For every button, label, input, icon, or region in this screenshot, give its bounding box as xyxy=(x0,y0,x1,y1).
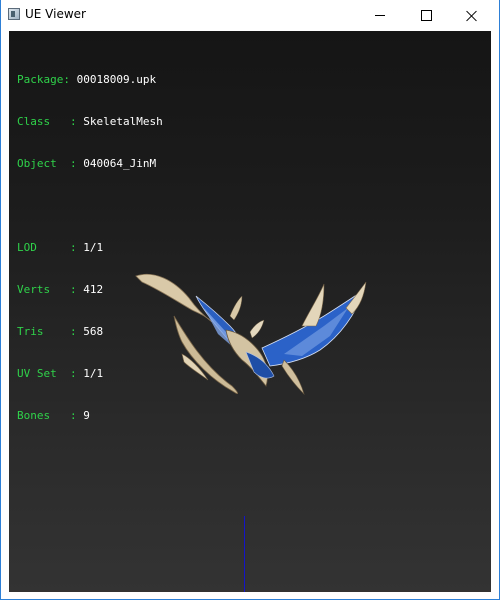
info-value: 412 xyxy=(83,283,104,296)
info-package: Package: 00018009.upk xyxy=(17,73,163,87)
maximize-icon xyxy=(420,10,432,21)
info-key: Bones : xyxy=(17,409,77,422)
ue-viewer-window: UE Viewer Package: 00018009.upk Class : … xyxy=(0,0,500,600)
info-spacer xyxy=(17,199,163,213)
info-value: 9 xyxy=(83,409,90,422)
minimize-button[interactable] xyxy=(357,0,403,31)
mesh-spike xyxy=(229,295,243,321)
info-value: 568 xyxy=(83,325,104,338)
info-key: Verts : xyxy=(17,283,77,296)
info-value: 040064_JinM xyxy=(83,157,157,170)
info-value: SkeletalMesh xyxy=(83,115,163,128)
maximize-button[interactable] xyxy=(403,0,449,31)
info-class: Class : SkeletalMesh xyxy=(17,115,163,129)
info-key: LOD : xyxy=(17,241,77,254)
close-button[interactable] xyxy=(449,0,495,31)
info-value: 1/1 xyxy=(83,367,104,380)
info-key: Tris : xyxy=(17,325,77,338)
close-icon xyxy=(466,10,478,22)
title-bar[interactable]: UE Viewer xyxy=(1,0,499,31)
z-axis-line xyxy=(244,516,245,592)
info-object: Object : 040064_JinM xyxy=(17,157,163,171)
3d-viewport[interactable]: Package: 00018009.upk Class : SkeletalMe… xyxy=(9,31,491,592)
mesh-right-blue xyxy=(261,289,365,367)
mesh-left-wing xyxy=(135,273,213,323)
info-key: Object : xyxy=(17,157,77,170)
mesh-right-lower xyxy=(281,359,305,396)
info-key: Class : xyxy=(17,115,77,128)
info-value: 1/1 xyxy=(83,241,104,254)
mesh-center xyxy=(225,329,268,387)
app-icon[interactable] xyxy=(8,8,20,20)
window-title: UE Viewer xyxy=(25,7,86,21)
info-key: UV Set : xyxy=(17,367,77,380)
mesh-spike xyxy=(249,319,265,339)
minimize-icon xyxy=(375,15,385,16)
skeletal-mesh-model[interactable] xyxy=(134,256,369,421)
info-lod: LOD : 1/1 xyxy=(17,241,163,255)
mesh-right-tip xyxy=(345,281,367,315)
info-key: Package: xyxy=(17,73,70,86)
info-value: 00018009.upk xyxy=(76,73,157,86)
